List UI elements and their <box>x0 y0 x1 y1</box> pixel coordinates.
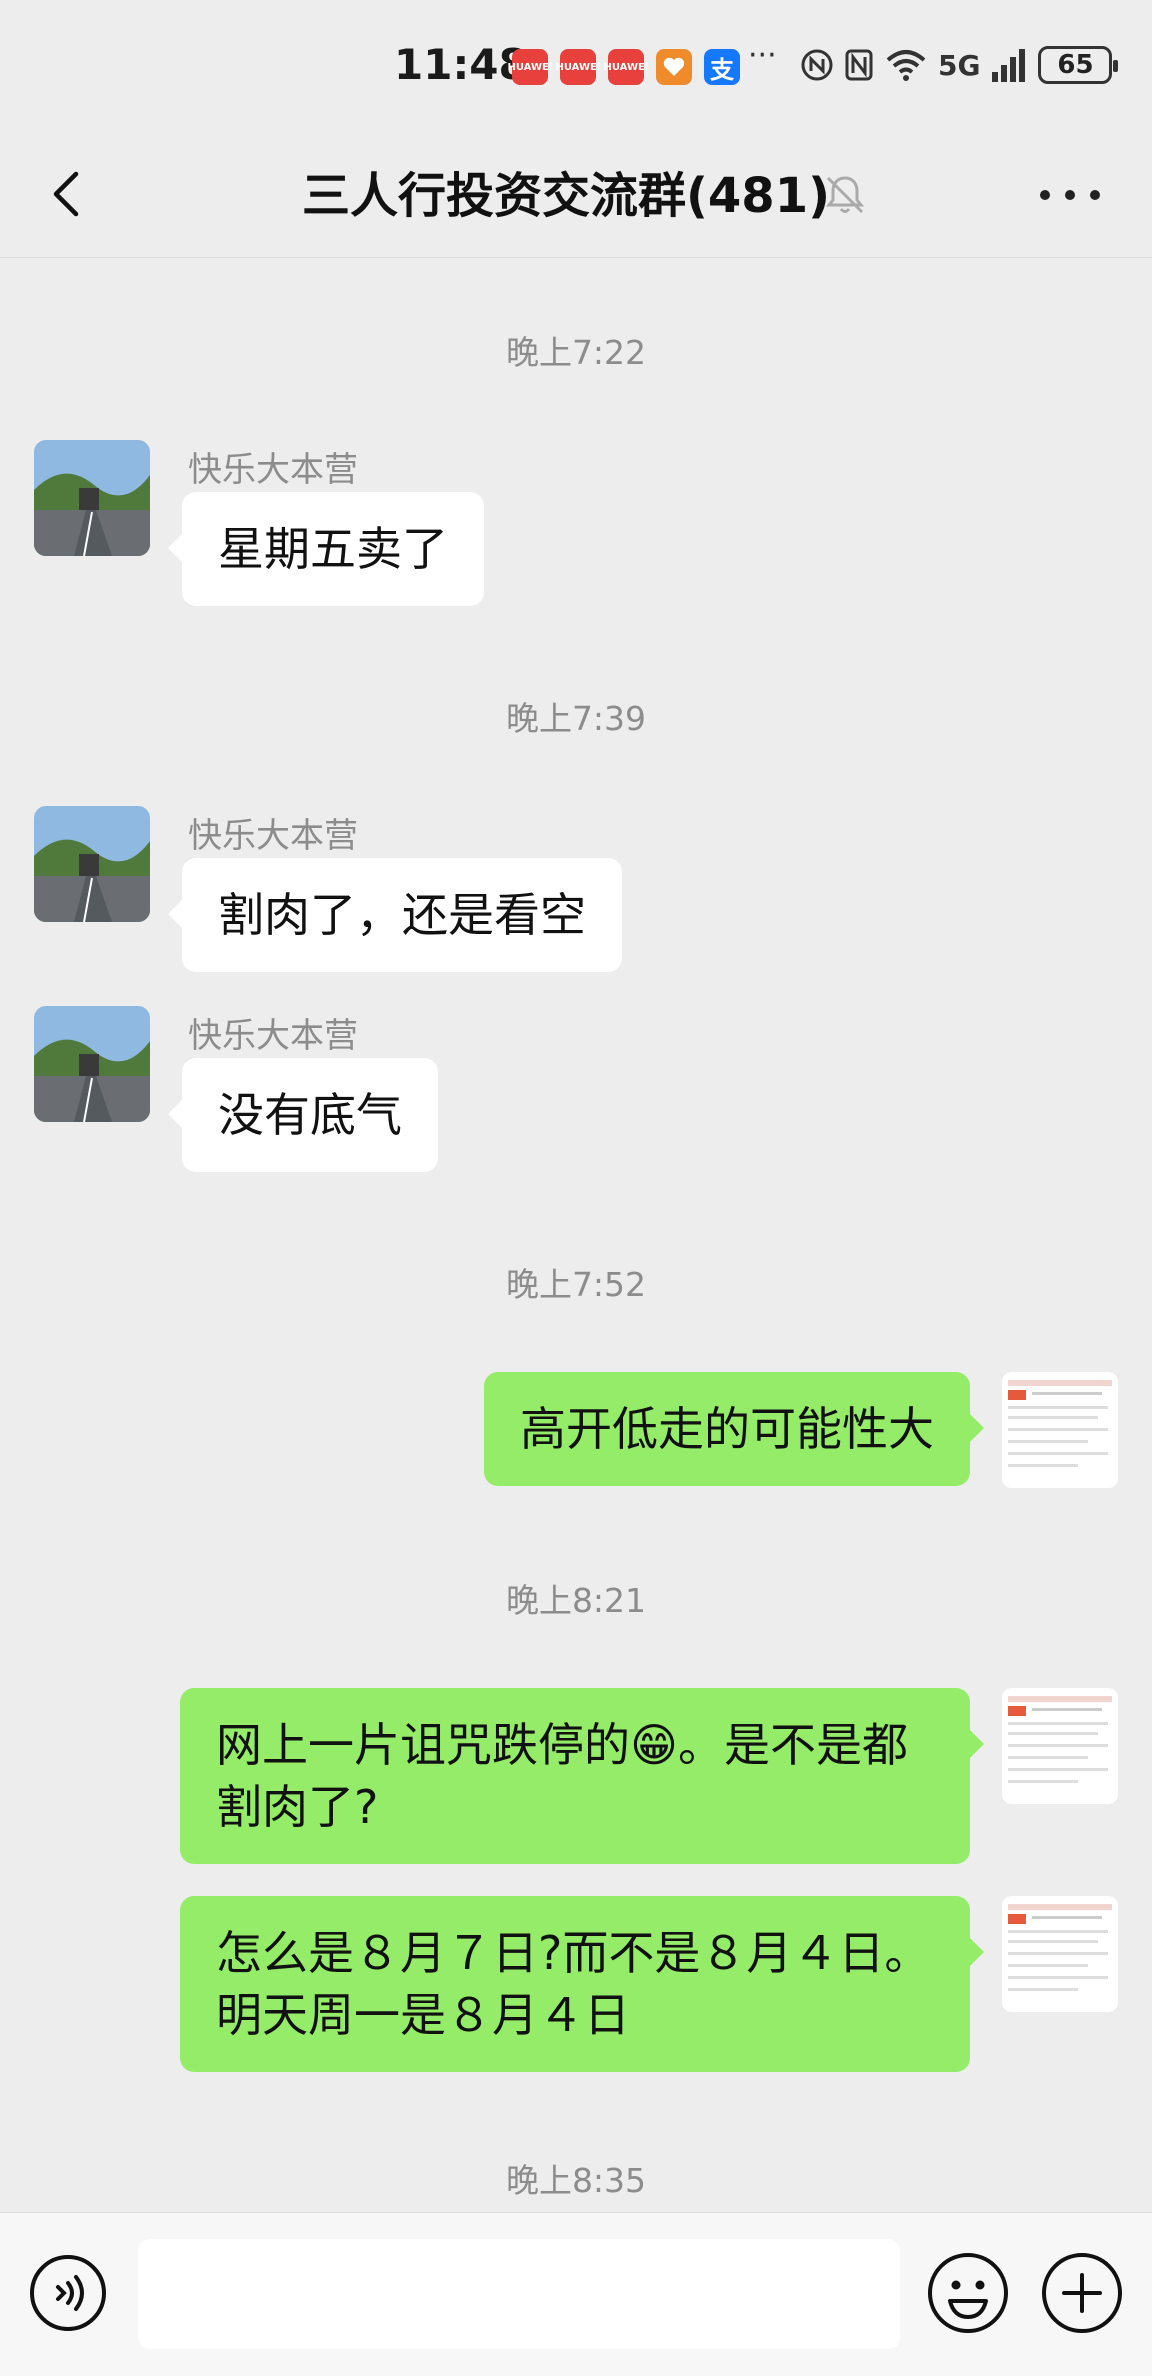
message-bubble-self[interactable]: 怎么是８月７日?而不是８月４日。明天周一是８月４日 <box>180 1896 984 2072</box>
notification-icons: HUAWEI HUAWEI HUAWEI 支 <box>507 48 740 86</box>
chat-header: 三人行投资交流群(481) <box>0 130 1152 258</box>
more-icon[interactable] <box>1040 180 1100 210</box>
message-input[interactable] <box>138 2239 900 2349</box>
huawei-store-icon: HUAWEI <box>603 49 649 85</box>
self-avatar[interactable] <box>1002 1372 1118 1488</box>
sender-name: 快乐大本营 <box>188 450 358 490</box>
status-bar: 11:48 HUAWEI HUAWEI HUAWEI 支 ··· 5G 65 <box>0 0 1152 130</box>
self-avatar[interactable] <box>1002 1688 1118 1804</box>
mute-bell-icon <box>825 176 865 214</box>
message-bubble-self[interactable]: 网上一片诅咒跌停的😁。是不是都割肉了? <box>180 1688 984 1864</box>
huawei-store-icon: HUAWEI <box>555 49 601 85</box>
plus-icon[interactable] <box>1040 2251 1124 2335</box>
message-bubble-self[interactable]: 高开低走的可能性大 <box>484 1372 984 1486</box>
timestamp: 晚上7:22 <box>505 333 647 372</box>
emoji-icon[interactable] <box>926 2251 1010 2335</box>
wifi-icon <box>886 50 926 81</box>
timestamp: 晚上7:52 <box>505 1265 647 1304</box>
timestamp: 晚上7:39 <box>505 699 647 738</box>
avatar[interactable] <box>34 1006 150 1122</box>
avatar[interactable] <box>34 806 150 922</box>
system-indicators: 5G 65 <box>800 46 1119 84</box>
chat-screen: 11:48 HUAWEI HUAWEI HUAWEI 支 ··· 5G 65 三… <box>0 0 1152 2376</box>
more-notifications-icon: ··· <box>748 38 777 73</box>
signal-icon <box>992 49 1026 82</box>
health-app-icon <box>656 49 692 85</box>
message-bubble[interactable]: 星期五卖了 <box>168 492 484 606</box>
battery-indicator: 65 <box>1038 46 1119 84</box>
message-bubble[interactable]: 没有底气 <box>168 1058 438 1172</box>
group-title: 三人行投资交流群(481) <box>301 168 831 224</box>
huawei-store-icon: HUAWEI <box>507 49 553 85</box>
timestamp: 晚上8:35 <box>505 2161 647 2200</box>
message-bubble[interactable]: 割肉了，还是看空 <box>168 858 622 972</box>
timestamp: 晚上8:21 <box>505 1581 647 1620</box>
input-bar <box>0 2212 1152 2376</box>
self-avatar[interactable] <box>1002 1896 1118 2012</box>
nfc-n-icon <box>845 49 873 81</box>
avatar[interactable] <box>34 440 150 556</box>
alipay-icon: 支 <box>704 49 740 85</box>
nfc-icon <box>801 49 833 81</box>
sender-name: 快乐大本营 <box>188 816 358 856</box>
network-type: 5G <box>938 48 981 82</box>
sender-name: 快乐大本营 <box>188 1016 358 1056</box>
voice-icon[interactable] <box>28 2253 108 2333</box>
